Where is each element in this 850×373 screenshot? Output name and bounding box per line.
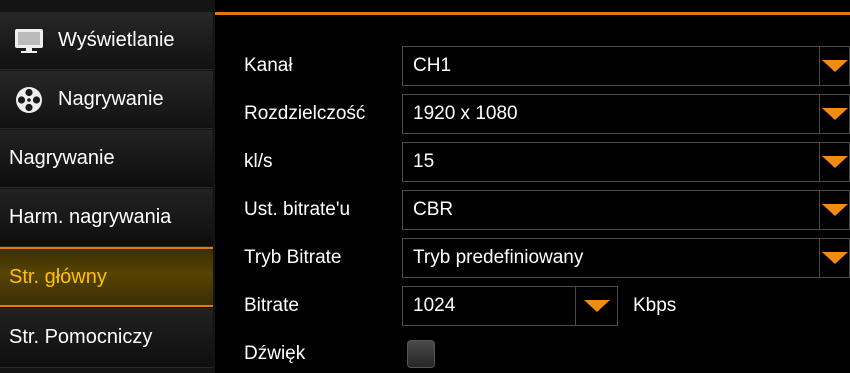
bitrate-mode-label: Ust. bitrate'u (244, 199, 351, 220)
settings-panel: Kanał CH1 Rozdzielczość 1920 x 1080 kl/s… (215, 12, 850, 373)
bitrate-type-value: Tryb predefiniowany (413, 247, 584, 268)
resolution-label: Rozdzielczość (244, 103, 366, 124)
bitrate-mode-value: CBR (413, 199, 454, 220)
bitrate-unit: Kbps (633, 295, 677, 316)
sidebar-item-label: Nagrywanie (9, 147, 115, 169)
sidebar-item-recording-menu[interactable]: Nagrywanie (0, 71, 213, 129)
bitrate-type-select[interactable]: Tryb predefiniowany (402, 238, 850, 278)
bitrate-mode-select[interactable]: CBR (402, 190, 850, 230)
sidebar-item-recording[interactable]: Nagrywanie (0, 130, 213, 188)
fps-row: kl/s 15 (215, 141, 850, 183)
sidebar-item-label: Str. główny (9, 265, 107, 288)
dropdown-arrow-icon[interactable] (819, 47, 849, 85)
audio-checkbox[interactable] (407, 340, 435, 368)
channel-row: Kanał CH1 (215, 45, 850, 87)
bitrate-label: Bitrate (244, 295, 299, 316)
film-reel-icon (12, 85, 46, 115)
sidebar: Wyświetlanie Nagrywanie Nagrywanie Harm.… (0, 0, 215, 373)
fps-value: 15 (413, 151, 435, 172)
sidebar-item-label: Harm. nagrywania (9, 206, 172, 228)
sidebar-item-display[interactable]: Wyświetlanie (0, 12, 213, 70)
monitor-icon (12, 26, 46, 56)
sidebar-item-label: Str. Pomocniczy (9, 326, 153, 348)
fps-label: kl/s (244, 151, 273, 172)
audio-label: Dźwięk (244, 343, 306, 364)
dropdown-arrow-icon[interactable] (819, 143, 849, 181)
sidebar-item-label: Wyświetlanie (58, 29, 175, 51)
dropdown-arrow-icon[interactable] (575, 287, 617, 325)
channel-select[interactable]: CH1 (402, 46, 850, 86)
resolution-select[interactable]: 1920 x 1080 (402, 94, 850, 134)
sidebar-item-sub-stream[interactable]: Str. Pomocniczy (0, 308, 213, 368)
dropdown-arrow-icon[interactable] (819, 239, 849, 277)
resolution-value: 1920 x 1080 (413, 103, 518, 124)
sidebar-item-label: Nagrywanie (58, 88, 164, 110)
dropdown-arrow-icon[interactable] (819, 191, 849, 229)
audio-row: Dźwięk (215, 333, 850, 373)
bitrate-row: Bitrate 1024 Kbps (215, 285, 850, 327)
bitrate-type-row: Tryb Bitrate Tryb predefiniowany (215, 237, 850, 279)
dropdown-arrow-icon[interactable] (819, 95, 849, 133)
sidebar-item-recording-schedule[interactable]: Harm. nagrywania (0, 189, 213, 247)
bitrate-value: 1024 (413, 295, 456, 316)
fps-select[interactable]: 15 (402, 142, 850, 182)
channel-value: CH1 (413, 55, 452, 76)
bitrate-type-label: Tryb Bitrate (244, 247, 342, 268)
channel-label: Kanał (244, 55, 293, 76)
resolution-row: Rozdzielczość 1920 x 1080 (215, 93, 850, 135)
bitrate-select[interactable]: 1024 (402, 286, 618, 326)
sidebar-item-main-stream[interactable]: Str. główny (0, 247, 213, 307)
bitrate-mode-row: Ust. bitrate'u CBR (215, 189, 850, 231)
